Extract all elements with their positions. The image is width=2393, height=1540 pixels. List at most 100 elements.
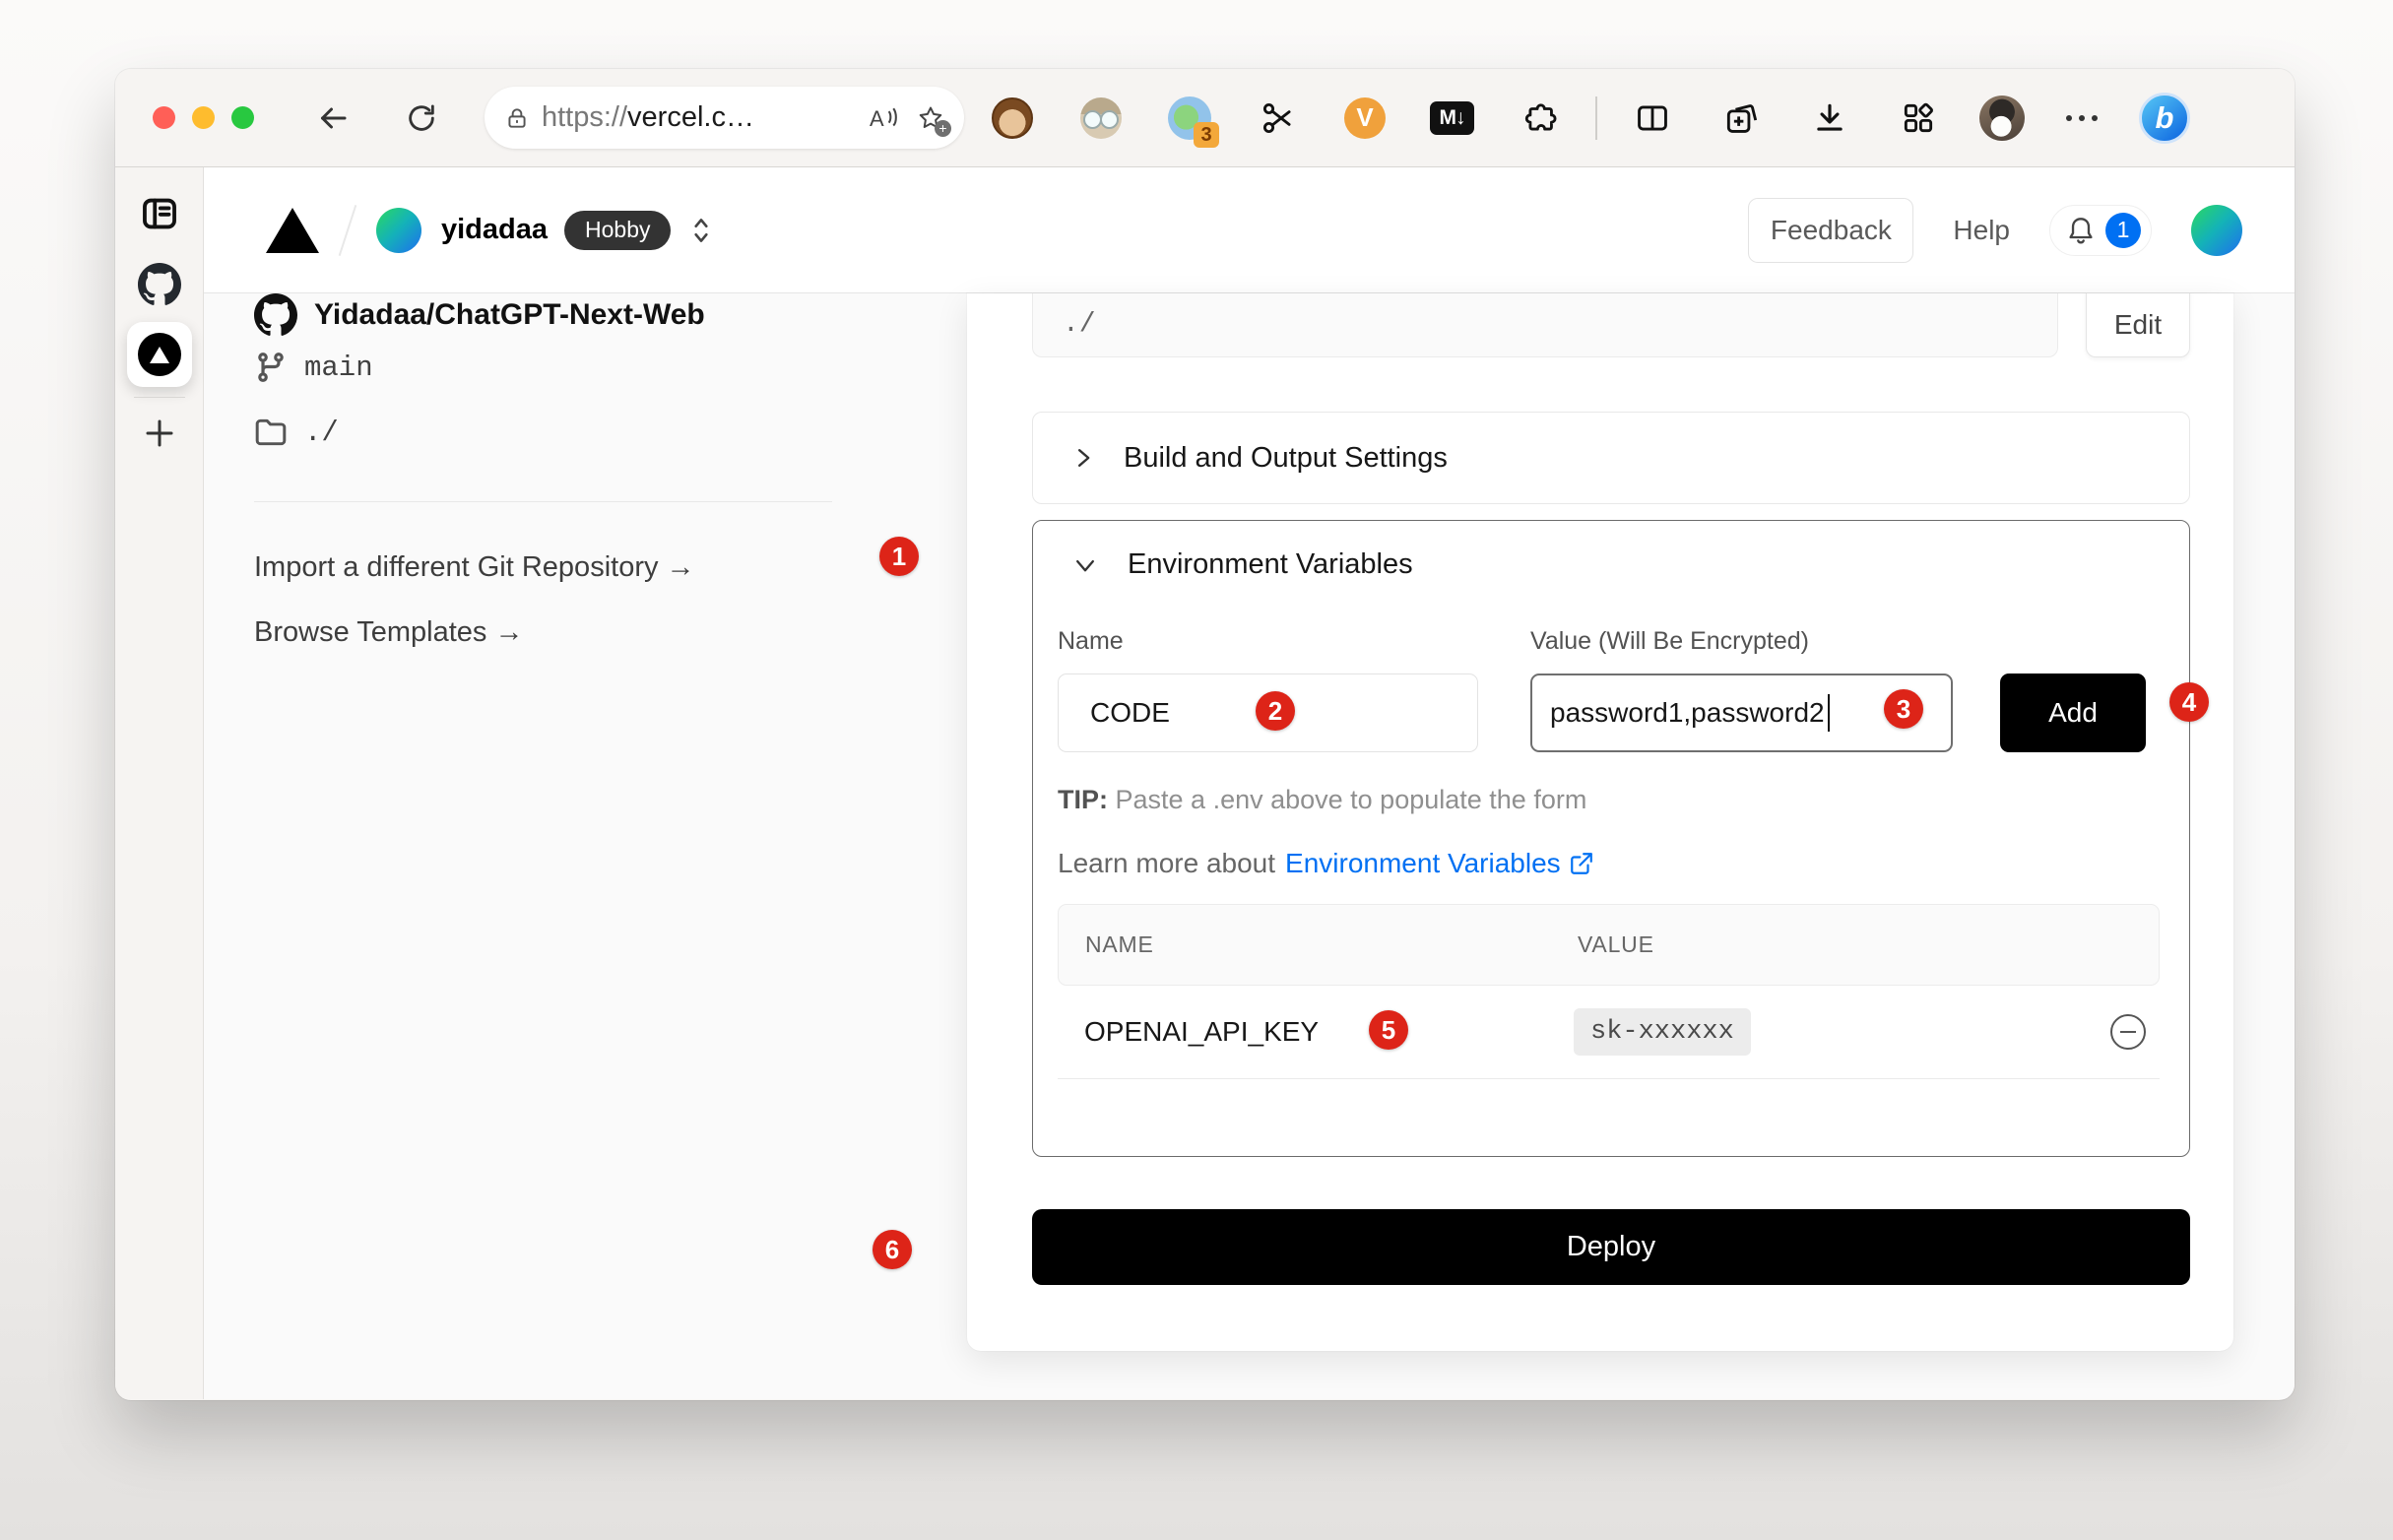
remove-env-button[interactable] — [2110, 1014, 2146, 1050]
browse-templates-link[interactable]: Browse Templates → — [254, 616, 523, 649]
build-output-settings-accordion[interactable]: Build and Output Settings — [1032, 412, 2190, 504]
branch-row: main — [254, 351, 373, 384]
add-favorite-plus: + — [935, 120, 951, 137]
browser-profile-avatar[interactable] — [1979, 96, 2025, 141]
vercel-header: yidadaa Hobby Feedback Help 1 — [204, 167, 2295, 293]
help-link[interactable]: Help — [1953, 215, 2010, 246]
browser-toolbar: https://vercel.c… A + 3 — [115, 69, 2295, 167]
root-directory-row: ./ — [254, 416, 339, 449]
vercel-icon — [138, 333, 181, 376]
address-bar[interactable]: https://vercel.c… A + — [485, 87, 964, 149]
folder-icon — [254, 416, 288, 449]
root-directory-input: ./ — [1032, 293, 2058, 357]
svg-text:A: A — [870, 106, 884, 131]
notifications-button[interactable]: 1 — [2049, 205, 2152, 256]
text-cursor — [1828, 694, 1830, 732]
reload-button[interactable] — [400, 96, 443, 140]
plan-badge: Hobby — [564, 211, 671, 250]
repo-row: Yidadaa/ChatGPT-Next-Web — [254, 293, 705, 337]
header-right-group: Feedback Help 1 — [1748, 198, 2242, 263]
scope-selector-icon[interactable] — [688, 214, 714, 247]
root-directory-value: ./ — [304, 417, 339, 449]
edge-sidebar — [115, 167, 204, 1399]
account-name: yidadaa — [441, 214, 548, 246]
apps-grid-icon[interactable] — [1896, 96, 1940, 140]
bell-icon — [2064, 214, 2098, 247]
source-panel: Yidadaa/ChatGPT-Next-Web main — [254, 293, 904, 805]
toolbar-right-group: b — [1979, 93, 2190, 144]
annotation-badge-6: 6 — [873, 1230, 912, 1269]
build-output-settings-title: Build and Output Settings — [1124, 442, 1448, 475]
external-link-icon — [1569, 851, 1594, 876]
name-column-header: NAME — [1085, 931, 1154, 958]
scissors-extension-icon[interactable] — [1256, 96, 1300, 140]
collections-icon[interactable] — [1718, 96, 1763, 140]
deploy-button[interactable]: Deploy — [1032, 1209, 2190, 1285]
chevron-right-icon — [1072, 445, 1094, 471]
environment-variables-link[interactable]: Environment Variables — [1285, 848, 1594, 879]
github-icon — [254, 293, 297, 337]
url-text: https://vercel.c… — [542, 101, 754, 134]
vercel-logo[interactable] — [266, 208, 319, 253]
env-row-value-chip: sk-xxxxxx — [1574, 1008, 1751, 1056]
branch-name: main — [304, 352, 373, 384]
favorites-star-icon[interactable]: + — [917, 104, 944, 132]
lock-icon[interactable] — [504, 105, 530, 131]
window-controls — [153, 106, 254, 129]
env-table-row: OPENAI_API_KEY sk-xxxxxx — [1058, 986, 2160, 1079]
breadcrumb-slash — [339, 205, 357, 256]
sidebar-github-icon[interactable] — [138, 263, 181, 306]
env-table-header: NAME VALUE — [1058, 904, 2160, 986]
left-divider — [254, 501, 832, 502]
repo-name: Yidadaa/ChatGPT-Next-Web — [314, 298, 705, 332]
env-name-value: CODE — [1090, 697, 1170, 729]
zoom-button[interactable] — [231, 106, 254, 129]
desktop-backdrop: https://vercel.c… A + 3 — [0, 0, 2393, 1540]
url-scheme: https:// — [542, 101, 627, 133]
close-button[interactable] — [153, 106, 175, 129]
settings-more-icon[interactable] — [2066, 115, 2098, 121]
notification-count-badge: 1 — [2105, 213, 2141, 248]
minimize-button[interactable] — [192, 106, 215, 129]
user-avatar[interactable] — [2191, 205, 2242, 256]
environment-variables-accordion[interactable]: Environment Variables — [1072, 548, 1413, 581]
page-content: Yidadaa/ChatGPT-Next-Web main — [204, 293, 2295, 1399]
translate-extension-icon[interactable]: 3 — [1167, 96, 1211, 140]
env-tip-text: TIP: Paste a .env above to populate the … — [1058, 785, 1586, 815]
learn-more-line: Learn more about Environment Variables — [1058, 848, 1594, 879]
sidebar-tabs-icon[interactable] — [140, 195, 179, 232]
chevron-down-icon — [1072, 554, 1098, 576]
back-button[interactable] — [311, 96, 355, 140]
bing-chat-icon[interactable]: b — [2139, 93, 2190, 144]
learn-more-prefix: Learn more about — [1058, 848, 1275, 879]
markdown-download-extension-icon[interactable]: M↓ — [1430, 96, 1474, 140]
sidebar-vercel-icon-active[interactable] — [127, 322, 192, 387]
value-column-header: VALUE — [1578, 931, 1654, 958]
env-row-name: OPENAI_API_KEY — [1084, 1016, 1319, 1048]
split-screen-icon[interactable] — [1630, 96, 1674, 140]
import-different-repo-link[interactable]: Import a different Git Repository → — [254, 551, 695, 584]
annotation-badge-4: 4 — [2169, 682, 2209, 722]
downloads-icon[interactable] — [1807, 96, 1851, 140]
edit-root-directory-button[interactable]: Edit — [2086, 293, 2190, 357]
avatar-extension-icon[interactable] — [1078, 96, 1123, 140]
extension-count-badge: 3 — [1194, 122, 1219, 148]
environment-variables-section: Environment Variables Name Value (Will B… — [1032, 520, 2190, 1157]
sidebar-add-icon[interactable] — [142, 416, 177, 451]
vercel-page: yidadaa Hobby Feedback Help 1 — [204, 167, 2295, 1399]
add-env-button[interactable]: Add — [2000, 674, 2146, 752]
git-branch-icon — [254, 351, 288, 384]
name-label: Name — [1058, 627, 1124, 656]
team-avatar[interactable] — [376, 208, 421, 253]
annotation-badge-3: 3 — [1884, 689, 1923, 729]
extensions-row: 3 V M↓ — [990, 96, 1940, 140]
vimium-extension-icon[interactable]: V — [1344, 97, 1386, 139]
env-value-value: password1,password2 — [1550, 697, 1825, 729]
value-label: Value (Will Be Encrypted) — [1530, 627, 1809, 656]
environment-variables-title: Environment Variables — [1128, 548, 1413, 581]
url-host: vercel.c… — [627, 101, 754, 133]
read-aloud-icon[interactable]: A — [870, 104, 899, 132]
feedback-button[interactable]: Feedback — [1748, 198, 1913, 263]
tampermonkey-icon[interactable] — [990, 96, 1034, 140]
extensions-puzzle-icon[interactable] — [1519, 96, 1563, 140]
